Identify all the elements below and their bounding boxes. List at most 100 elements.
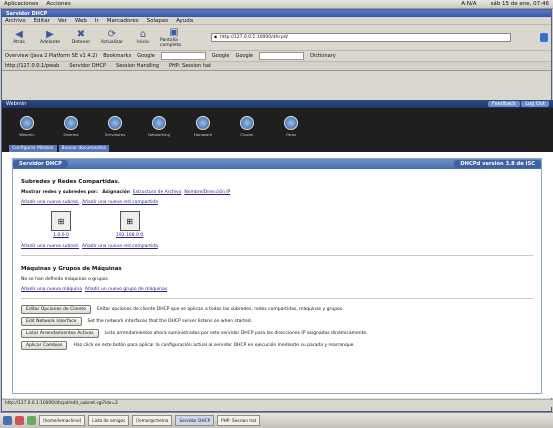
- menu-marcadores[interactable]: Marcadores: [107, 18, 139, 24]
- task-php-session[interactable]: PHP: Session hat: [217, 415, 261, 426]
- status-bar: http://127.0.0.1:10000/dhcpd/edit_subnet…: [2, 399, 553, 407]
- category-cluster[interactable]: Cluster: [230, 116, 264, 137]
- servers-icon: [108, 116, 122, 130]
- webmin-icon: [20, 116, 34, 130]
- task-home[interactable]: [home/lemachine]: [39, 415, 86, 426]
- subnets-heading: Subredes y Redes Compartidas.: [21, 179, 120, 185]
- display-option-assignment: Asignación: [102, 190, 130, 195]
- window-titlebar[interactable]: Servidor DHCP: [2, 10, 551, 17]
- search-field-2[interactable]: [259, 52, 305, 60]
- category-sistema[interactable]: Sistema: [54, 116, 88, 137]
- logout-button[interactable]: Log Out: [521, 101, 549, 107]
- action-buttons: Editar Opciones de Cliente Editar opcione…: [21, 305, 533, 350]
- search-field[interactable]: [160, 52, 206, 60]
- configure-module-link[interactable]: Configurar Módulo: [9, 145, 57, 152]
- display-option-name-ip[interactable]: Nombre/Dirección IP: [184, 190, 230, 195]
- stop-icon: ✖: [76, 29, 86, 40]
- stop-button[interactable]: ✖ Detener: [67, 27, 95, 49]
- bookmarks-toolbar: Overview (Java 2 Platform SE v1.4.2) Boo…: [2, 51, 551, 62]
- menu-editar[interactable]: Editar: [34, 18, 50, 24]
- subnets-section: Subredes y Redes Compartidas. Mostrar re…: [13, 179, 541, 350]
- panel-menu-apps[interactable]: Aplicaciones: [4, 1, 38, 7]
- fullscreen-icon: ▣: [169, 26, 179, 38]
- task-servidor-dhcp[interactable]: Servidor DHCP: [175, 415, 215, 426]
- page-title: Servidor DHCP: [13, 160, 68, 168]
- networking-icon: [152, 116, 166, 130]
- menu-ayuda[interactable]: Ayuda: [176, 18, 193, 24]
- bookmark-google-3[interactable]: Google: [235, 53, 253, 59]
- menubar: Archivo Editar Ver Web Ir Marcadores Sol…: [2, 17, 551, 25]
- back-icon: ◀: [15, 29, 23, 40]
- cluster-icon: [240, 116, 254, 130]
- go-button[interactable]: [540, 33, 548, 42]
- menu-ver[interactable]: Ver: [58, 18, 67, 24]
- reload-icon: ⟳: [107, 29, 117, 40]
- home-icon: ⌂: [139, 29, 147, 40]
- content-header: Servidor DHCP DHCPd versión 3.8 de ISC: [13, 159, 541, 169]
- search-docs-link[interactable]: Buscar documentos: [58, 145, 110, 152]
- subnet-item[interactable]: ⊞ 192.168.0.0: [116, 211, 143, 238]
- bookmark-google[interactable]: Google: [137, 53, 155, 59]
- category-servidores[interactable]: Servidores: [98, 116, 132, 137]
- category-otros[interactable]: Otros: [274, 116, 308, 137]
- tab-bar: http://127.0.0.1/pwab Servidor DHCP Sess…: [2, 62, 551, 71]
- category-icons: Webmin Sistema Servidores Networking Har…: [2, 108, 553, 137]
- menu-solapas[interactable]: Solapas: [147, 18, 168, 24]
- bookmark-java-overview[interactable]: Overview (Java 2 Platform SE v1.4.2): [5, 53, 97, 59]
- terminal-launcher-icon[interactable]: [27, 416, 36, 425]
- no-hosts-text: No se han definido máquinas o grupos.: [21, 277, 110, 282]
- category-networking[interactable]: Networking: [142, 116, 176, 137]
- site-icon: ▪: [214, 35, 218, 40]
- tab-session-handling[interactable]: Session Handling: [116, 63, 159, 69]
- bookmark-dictionary[interactable]: Dictionary: [310, 53, 336, 59]
- edit-client-options-button[interactable]: Editar Opciones de Cliente: [21, 305, 91, 314]
- add-host-link[interactable]: Añadir una nueva máquina: [21, 287, 82, 292]
- webmin-banner: Webmin Feedback Log Out Webmin Sistema S…: [2, 100, 553, 152]
- apply-changes-button[interactable]: Aplicar Cambios: [21, 341, 68, 350]
- panel-menu-actions[interactable]: Acciones: [46, 1, 70, 7]
- home-button[interactable]: ⌂ Inicio: [129, 27, 157, 49]
- add-host-group-link[interactable]: Añadir un nuevo grupo de máquinas: [85, 287, 167, 292]
- system-menu-icon[interactable]: [3, 416, 12, 425]
- browser-window: Servidor DHCP Archivo Editar Ver Web Ir …: [1, 9, 553, 412]
- version-label: DHCPd versión 3.8 de ISC: [454, 160, 541, 168]
- network-icon: ⊞: [119, 211, 140, 231]
- category-webmin[interactable]: Webmin: [10, 116, 44, 137]
- divider: [21, 255, 533, 256]
- add-subnet-link[interactable]: Añadir una nueva subred.: [21, 200, 79, 205]
- panel-network-status: A:N/A: [461, 1, 477, 7]
- display-options: Mostrar redes y subredes por: Asignación…: [21, 190, 231, 195]
- feedback-button[interactable]: Feedback: [488, 101, 520, 107]
- navigation-toolbar: ◀ Atrás ▶ Adelante ✖ Detener ⟳ Actualizar ⌂ I…: [2, 25, 551, 51]
- task-terminal[interactable]: [lemar@chema: [132, 415, 173, 426]
- list-active-leases-button[interactable]: Listar Arrendamientos Activos: [21, 329, 99, 338]
- back-button[interactable]: ◀ Atrás: [5, 27, 33, 49]
- category-hardware[interactable]: Hardware: [186, 116, 220, 137]
- webmin-logo-text: Webmin: [6, 101, 27, 107]
- webmin-topbar: Webmin Feedback Log Out: [2, 100, 553, 108]
- add-shared-network-link[interactable]: Añadir una nueva red compartida: [82, 200, 158, 205]
- bookmark-google-2[interactable]: Google: [212, 53, 230, 59]
- edit-network-interface-button[interactable]: Edit Network Interface: [21, 317, 82, 326]
- fullscreen-button[interactable]: ▣ Pantalla completa: [160, 27, 188, 49]
- webmin-page: Webmin Feedback Log Out Webmin Sistema S…: [2, 100, 553, 398]
- url-bar[interactable]: ▪ http://127.0.0.1:10000/dhcpd/: [211, 33, 511, 42]
- reload-button[interactable]: ⟳ Actualizar: [98, 27, 126, 49]
- menu-archivo[interactable]: Archivo: [5, 18, 26, 24]
- task-buddy-list[interactable]: Lista de amigos: [88, 415, 130, 426]
- tab-php-session[interactable]: PHP: Session hat: [169, 63, 211, 69]
- tab-pwab[interactable]: http://127.0.0.1/pwab: [5, 63, 59, 69]
- bookmark-folder[interactable]: Bookmarks: [103, 53, 131, 59]
- browser-launcher-icon[interactable]: [15, 416, 24, 425]
- forward-button[interactable]: ▶ Adelante: [36, 27, 64, 49]
- tab-servidor-dhcp[interactable]: Servidor DHCP: [69, 63, 106, 69]
- add-shared-network-link-bottom[interactable]: Añadir una nueva red compartida: [82, 244, 158, 249]
- menu-web[interactable]: Web: [75, 18, 87, 24]
- display-option-file-structure[interactable]: Estructura de Archivo: [133, 190, 182, 195]
- divider: [21, 298, 533, 299]
- panel-clock[interactable]: sáb 15 de ene, 07:46: [491, 1, 549, 7]
- system-icon: [64, 116, 78, 130]
- add-subnet-link-bottom[interactable]: Añadir una nueva subred.: [21, 244, 79, 249]
- subnet-item[interactable]: ⊞ 1.0.0.0: [51, 211, 71, 238]
- menu-ir[interactable]: Ir: [95, 18, 99, 24]
